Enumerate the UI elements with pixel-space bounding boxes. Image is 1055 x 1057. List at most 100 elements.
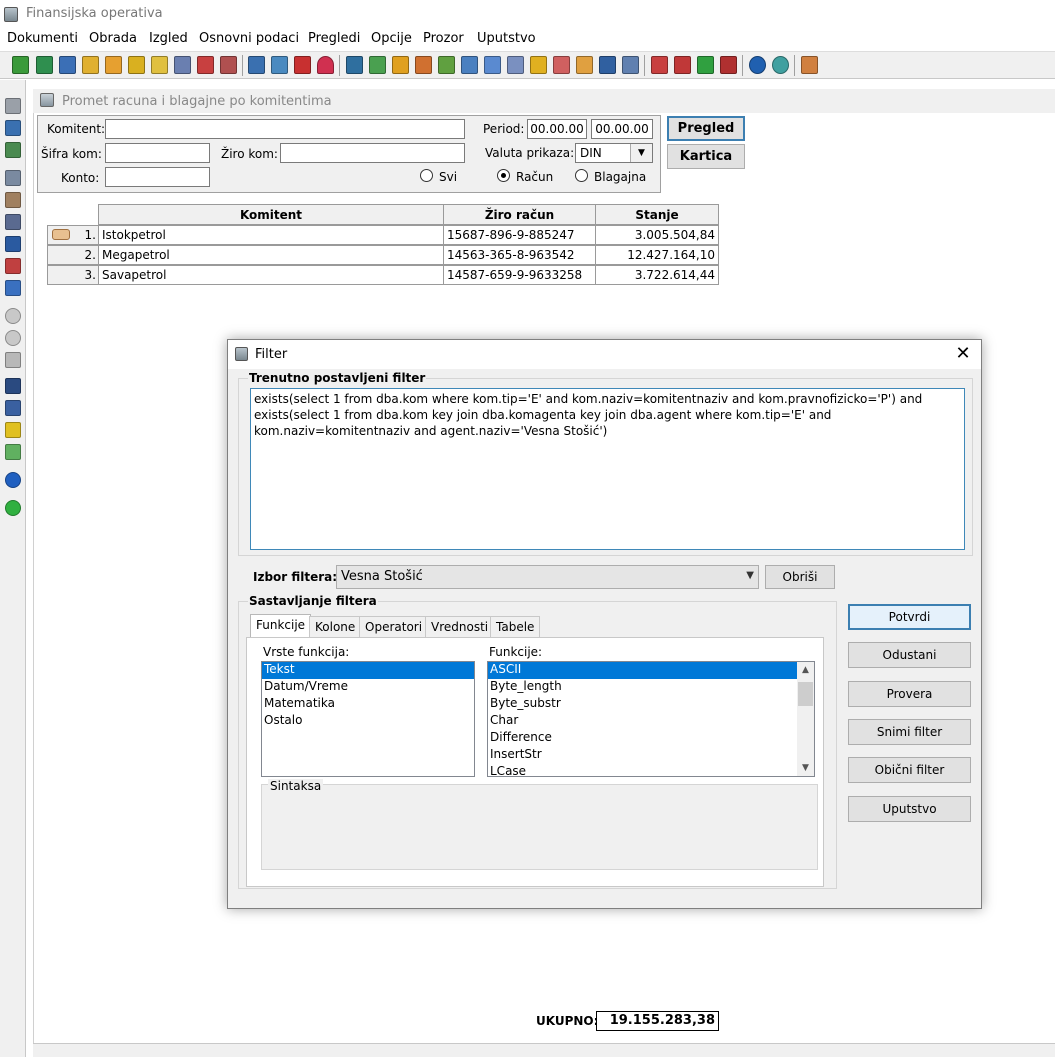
help-circle-icon[interactable] — [5, 472, 21, 488]
list-item[interactable]: InsertStr — [488, 747, 814, 764]
calendar-icon[interactable] — [294, 56, 311, 74]
obicni-filter-button[interactable]: Obični filter — [848, 757, 971, 783]
menu-opcije[interactable]: Opcije — [371, 31, 412, 46]
menu-osnovni-podaci[interactable]: Osnovni podaci — [199, 31, 299, 46]
uputstvo-button[interactable]: Uputstvo — [848, 796, 971, 822]
invoice-icon[interactable] — [553, 56, 570, 74]
kartica-button[interactable]: Kartica — [667, 144, 745, 169]
cell-stanje[interactable]: 3.005.504,84 — [595, 225, 719, 245]
search-document-icon[interactable] — [484, 56, 501, 74]
komitent-field[interactable] — [105, 119, 465, 139]
find-icon[interactable] — [5, 214, 21, 230]
radio-racun[interactable] — [497, 169, 510, 182]
info-icon[interactable] — [599, 56, 616, 74]
remove-icon[interactable] — [5, 330, 21, 346]
period-to-field[interactable]: 00.00.00 — [591, 119, 653, 139]
balance-icon[interactable] — [720, 56, 737, 74]
column-header-stanje[interactable]: Stanje — [595, 204, 719, 225]
green-ledger-icon[interactable] — [697, 56, 714, 74]
payment-icon[interactable] — [576, 56, 593, 74]
tab-vrednosti[interactable]: Vrednosti — [425, 616, 495, 638]
month-icon[interactable] — [346, 56, 363, 74]
add-icon[interactable] — [5, 308, 21, 324]
menu-pregledi[interactable]: Pregledi — [308, 31, 360, 46]
filter-text-area[interactable]: exists(select 1 from dba.kom where kom.t… — [250, 388, 965, 550]
cell-komitent[interactable]: Megapetrol — [98, 245, 444, 265]
expand-icon[interactable] — [5, 444, 21, 460]
sifra-field[interactable] — [105, 143, 210, 163]
ziro-field[interactable] — [280, 143, 465, 163]
menu-dokumenti[interactable]: Dokumenti — [7, 31, 78, 46]
cell-stanje[interactable]: 12.427.164,10 — [595, 245, 719, 265]
cell-ziro[interactable]: 14563-365-8-963542 — [443, 245, 596, 265]
menu-obrada[interactable]: Obrada — [89, 31, 137, 46]
list-item[interactable]: Difference — [488, 730, 814, 747]
save-document-icon[interactable] — [59, 56, 76, 74]
warning-icon[interactable] — [530, 56, 547, 74]
exit-icon[interactable] — [801, 56, 818, 74]
chart-icon[interactable] — [369, 56, 386, 74]
pregled-button[interactable]: Pregled — [667, 116, 745, 141]
box-red-icon[interactable] — [5, 258, 21, 274]
settings-icon[interactable] — [220, 56, 237, 74]
trend-icon[interactable] — [392, 56, 409, 74]
red-ledger-icon[interactable] — [674, 56, 691, 74]
konto-field[interactable] — [105, 167, 210, 187]
odustani-button[interactable]: Odustani — [848, 642, 971, 668]
folder-icon[interactable] — [5, 120, 21, 136]
document-check-icon[interactable] — [438, 56, 455, 74]
cell-komitent[interactable]: Savapetrol — [98, 265, 444, 285]
list-item[interactable]: Ostalo — [262, 713, 474, 730]
chevron-down-icon[interactable]: ▼ — [746, 570, 754, 581]
provera-button[interactable]: Provera — [848, 681, 971, 707]
tab-kolone[interactable]: Kolone — [309, 616, 362, 638]
copy-document-icon[interactable] — [105, 56, 122, 74]
scrollbar-thumb[interactable] — [798, 682, 813, 706]
open-document-icon[interactable] — [36, 56, 53, 74]
grid-icon[interactable] — [5, 142, 21, 158]
list-icon[interactable] — [622, 56, 639, 74]
edit-document-icon[interactable] — [82, 56, 99, 74]
list-item[interactable]: Char — [488, 713, 814, 730]
refresh-icon[interactable] — [248, 56, 265, 74]
tab-tabele[interactable]: Tabele — [490, 616, 541, 638]
printer-icon[interactable] — [5, 170, 21, 186]
red-report-icon[interactable] — [651, 56, 668, 74]
cell-stanje[interactable]: 3.722.614,44 — [595, 265, 719, 285]
row-indicator[interactable]: 1. — [47, 225, 99, 245]
tab-funkcije[interactable]: Funkcije — [250, 614, 312, 638]
menu-uputstvo[interactable]: Uputstvo — [477, 31, 536, 46]
row-indicator[interactable]: 3. — [47, 265, 99, 285]
column-header-komitent[interactable]: Komitent — [98, 204, 444, 225]
list-item[interactable]: ASCII — [488, 662, 797, 679]
izbor-filter-combo[interactable]: Vesna Stošić ▼ — [336, 565, 759, 589]
box-blue-icon[interactable] — [5, 280, 21, 296]
report-icon[interactable] — [197, 56, 214, 74]
word-icon[interactable] — [5, 236, 21, 252]
list-item[interactable]: LCase — [488, 764, 814, 776]
tab-operatori[interactable]: Operatori — [359, 616, 429, 638]
ledger-icon[interactable] — [415, 56, 432, 74]
radio-svi[interactable] — [420, 169, 433, 182]
valuta-select[interactable]: DIN ▼ — [575, 143, 653, 163]
sort-icon[interactable] — [5, 400, 21, 416]
calculator-icon[interactable] — [271, 56, 288, 74]
row-indicator[interactable]: 2. — [47, 245, 99, 265]
edit-icon[interactable] — [5, 352, 21, 368]
tools-icon[interactable] — [772, 56, 789, 74]
chevron-down-icon[interactable]: ▼ — [797, 760, 814, 776]
menu-izgled[interactable]: Izgled — [149, 31, 188, 46]
chevron-down-icon[interactable]: ▼ — [630, 144, 652, 162]
close-icon[interactable]: ✕ — [948, 342, 978, 366]
snimi-filter-button[interactable]: Snimi filter — [848, 719, 971, 745]
list-item[interactable]: Matematika — [262, 696, 474, 713]
list-item[interactable]: Byte_length — [488, 679, 814, 696]
potvrdi-button[interactable]: Potvrdi — [848, 604, 971, 630]
period-from-field[interactable]: 00.00.00 — [527, 119, 587, 139]
column-header-ziro[interactable]: Žiro račun — [443, 204, 596, 225]
go-icon[interactable] — [5, 500, 21, 516]
help-icon[interactable] — [749, 56, 766, 74]
list-item[interactable]: Tekst — [262, 662, 474, 679]
new-document-icon[interactable] — [12, 56, 29, 74]
obrisi-button[interactable]: Obriši — [765, 565, 835, 589]
